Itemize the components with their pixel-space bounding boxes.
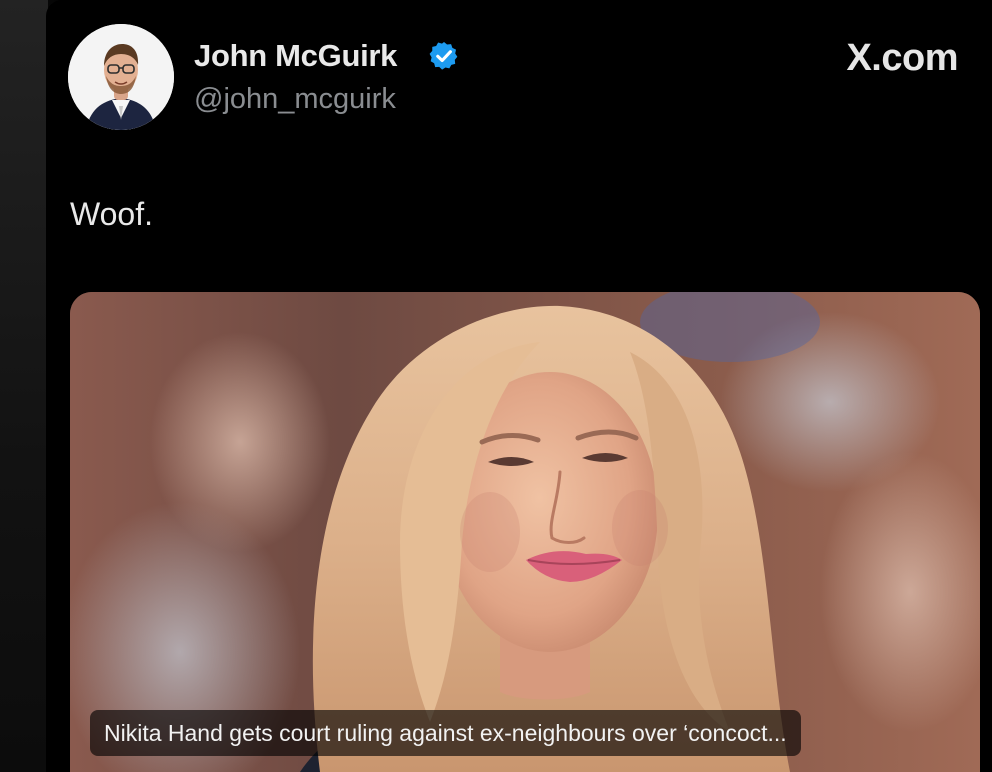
- adjacent-panel-edge: [0, 0, 48, 772]
- author-name[interactable]: John McGuirk: [194, 36, 397, 76]
- verified-badge-icon: [429, 42, 458, 70]
- author-handle[interactable]: @john_mcguirk: [194, 80, 396, 118]
- link-card-image[interactable]: [70, 292, 980, 772]
- news-photo: [70, 292, 980, 772]
- link-card-caption[interactable]: Nikita Hand gets court ruling against ex…: [90, 710, 801, 756]
- avatar-portrait: [68, 24, 174, 130]
- screenshot-frame: John McGuirk @john_mcguirk X.com Woof. N…: [0, 0, 992, 772]
- avatar[interactable]: [68, 24, 174, 130]
- post-text: Woof.: [70, 196, 153, 232]
- site-label: X.com: [846, 37, 958, 79]
